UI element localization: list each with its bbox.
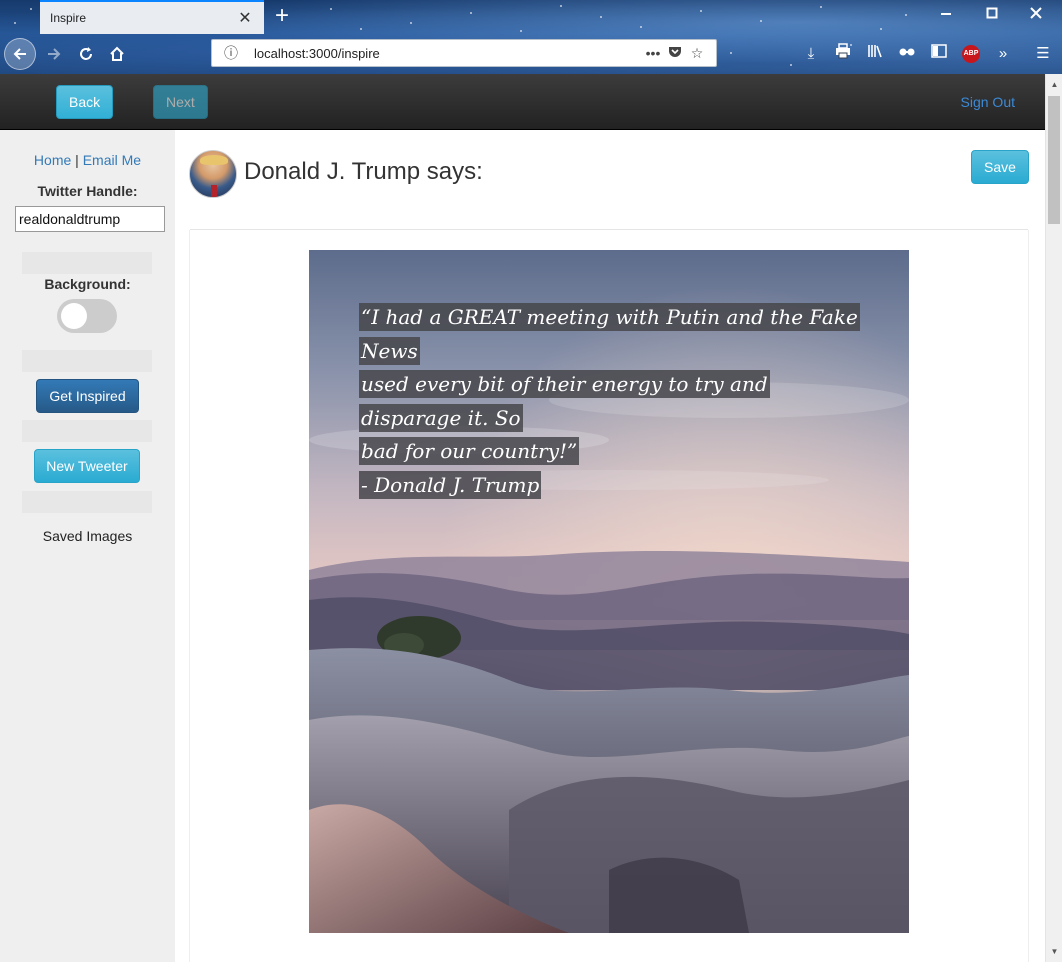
sidebar: Home | Email Me Twitter Handle: Backgrou… xyxy=(0,130,175,962)
avatar-tie xyxy=(211,185,217,197)
main-content: Donald J. Trump says: Save “I had a GREA… xyxy=(175,130,1045,962)
overflow-chevron-icon[interactable]: » xyxy=(992,43,1014,65)
page-scrollbar[interactable]: ▲ ▼ xyxy=(1045,74,1062,962)
reader-glasses-icon[interactable] xyxy=(896,43,918,65)
browser-forward-icon[interactable] xyxy=(40,40,68,68)
browser-tab[interactable]: Inspire ✕ xyxy=(40,0,264,34)
get-inspired-button[interactable]: Get Inspired xyxy=(36,379,139,413)
quote-line: “I had a GREAT meeting with Putin and th… xyxy=(359,303,860,365)
toggle-knob xyxy=(61,303,87,329)
print-icon[interactable] xyxy=(832,43,854,65)
download-icon[interactable]: ⤓ xyxy=(800,43,822,65)
sidebar-spacer xyxy=(22,420,152,442)
save-button[interactable]: Save xyxy=(971,150,1029,184)
saved-images-link[interactable]: Saved Images xyxy=(0,528,175,544)
reload-icon[interactable] xyxy=(72,40,100,68)
sidebar-spacer xyxy=(22,491,152,513)
browser-toolbar: ⓘ localhost:3000/inspire ••• ☆ ⤓ ABP » ☰ xyxy=(0,34,1062,74)
avatar xyxy=(189,150,237,198)
quote-text: “I had a GREAT meeting with Putin and th… xyxy=(359,301,860,502)
background-toggle[interactable] xyxy=(57,299,117,333)
email-me-link[interactable]: Email Me xyxy=(83,152,141,168)
address-bar[interactable]: ⓘ localhost:3000/inspire ••• ☆ xyxy=(211,39,717,67)
browser-back-icon[interactable] xyxy=(4,38,36,70)
background-label: Background: xyxy=(44,276,131,292)
new-tab-icon[interactable]: + xyxy=(270,4,294,30)
link-separator: | xyxy=(75,152,79,168)
close-tab-icon[interactable]: ✕ xyxy=(236,8,254,28)
page-actions-icon[interactable]: ••• xyxy=(642,45,664,61)
sidebar-spacer xyxy=(22,350,152,372)
hamburger-menu-icon[interactable]: ☰ xyxy=(1032,43,1054,65)
sidebar-spacer xyxy=(22,252,152,274)
home-link[interactable]: Home xyxy=(34,152,71,168)
info-icon[interactable]: ⓘ xyxy=(220,43,242,63)
scroll-thumb[interactable] xyxy=(1048,96,1060,224)
twitter-handle-label: Twitter Handle: xyxy=(37,183,138,199)
twitter-handle-input[interactable] xyxy=(15,206,165,232)
library-icon[interactable] xyxy=(864,43,886,65)
scroll-up-icon[interactable]: ▲ xyxy=(1046,76,1062,93)
maximize-icon[interactable] xyxy=(980,6,1004,28)
new-tweeter-button[interactable]: New Tweeter xyxy=(34,449,140,483)
url-text[interactable]: localhost:3000/inspire xyxy=(254,46,642,61)
pocket-icon[interactable] xyxy=(664,45,686,62)
sidebar-toggle-icon[interactable] xyxy=(928,43,950,65)
bookmark-star-icon[interactable]: ☆ xyxy=(686,45,708,62)
app-navbar: Back Next Sign Out xyxy=(0,74,1045,130)
home-icon[interactable] xyxy=(103,40,131,68)
quote-line: bad for our country!” xyxy=(359,437,580,465)
sidebar-links: Home | Email Me xyxy=(0,152,175,168)
minimize-icon[interactable] xyxy=(934,6,958,28)
close-window-icon[interactable] xyxy=(1024,6,1048,28)
next-button[interactable]: Next xyxy=(153,85,208,119)
inspiration-image: “I had a GREAT meeting with Putin and th… xyxy=(309,250,909,933)
page-title: Donald J. Trump says: xyxy=(244,158,483,185)
quote-attribution: - Donald J. Trump xyxy=(359,470,542,499)
adblock-plus-icon[interactable]: ABP xyxy=(960,43,982,65)
browser-chrome: Inspire ✕ + ⓘ localhost:3000/inspire ••• xyxy=(0,0,1062,74)
avatar-hair xyxy=(200,155,228,165)
sign-out-link[interactable]: Sign Out xyxy=(961,94,1015,110)
back-button[interactable]: Back xyxy=(56,85,114,119)
scroll-down-icon[interactable]: ▼ xyxy=(1046,943,1062,960)
quote-line: used every bit of their energy to try an… xyxy=(359,370,770,432)
tab-title: Inspire xyxy=(50,11,87,25)
